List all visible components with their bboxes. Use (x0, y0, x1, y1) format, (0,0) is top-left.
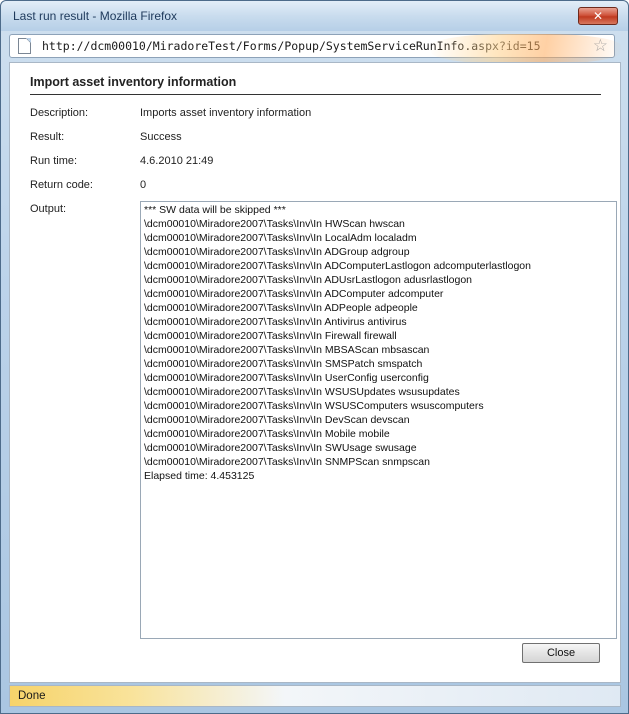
title-bar: Last run result - Mozilla Firefox ✕ (1, 1, 628, 31)
star-icon[interactable]: ☆ (593, 36, 608, 56)
page-content: Import asset inventory information Descr… (9, 62, 621, 683)
output-line: \dcm00010\Miradore2007\Tasks\Inv\In Mobi… (144, 428, 390, 440)
output-line: \dcm00010\Miradore2007\Tasks\Inv\In SMSP… (144, 358, 423, 370)
output-line: \dcm00010\Miradore2007\Tasks\Inv\In ADGr… (144, 246, 410, 258)
output-line: \dcm00010\Miradore2007\Tasks\Inv\In SNMP… (144, 456, 430, 468)
description-label: Description: (30, 107, 89, 119)
output-line: \dcm00010\Miradore2007\Tasks\Inv\In DevS… (144, 414, 410, 426)
run-time-label: Run time: (30, 155, 78, 167)
output-line: *** SW data will be skipped *** (144, 204, 286, 216)
output-line: \dcm00010\Miradore2007\Tasks\Inv\In HWSc… (144, 218, 405, 230)
status-text: Done (18, 690, 46, 702)
window-close-button[interactable]: ✕ (578, 7, 618, 25)
output-line: \dcm00010\Miradore2007\Tasks\Inv\In MBSA… (144, 344, 430, 356)
output-line: \dcm00010\Miradore2007\Tasks\Inv\In WSUS… (144, 386, 460, 398)
close-icon: ✕ (592, 9, 604, 23)
output-label: Output: (30, 203, 67, 215)
result-value: Success (140, 131, 182, 143)
page-title: Import asset inventory information (30, 75, 237, 89)
window-title: Last run result - Mozilla Firefox (13, 9, 178, 23)
output-line: Elapsed time: 4.453125 (144, 470, 255, 482)
description-value: Imports asset inventory information (140, 107, 312, 119)
output-line: \dcm00010\Miradore2007\Tasks\Inv\In SWUs… (144, 442, 417, 454)
output-lines: *** SW data will be skipped *** \dcm00010… (141, 202, 616, 483)
output-line: \dcm00010\Miradore2007\Tasks\Inv\In ADUs… (144, 274, 473, 286)
page-icon (18, 38, 31, 54)
output-line: \dcm00010\Miradore2007\Tasks\Inv\In Fire… (144, 330, 397, 342)
output-line: \dcm00010\Miradore2007\Tasks\Inv\In Anti… (144, 316, 407, 328)
output-line: \dcm00010\Miradore2007\Tasks\Inv\In ADCo… (144, 260, 531, 272)
close-button[interactable]: Close (522, 643, 600, 663)
output-textarea[interactable]: *** SW data will be skipped *** \dcm00010… (140, 201, 617, 639)
url-field[interactable]: http://dcm00010/MiradoreTest/Forms/Popup… (42, 39, 541, 53)
return-code-value: 0 (140, 179, 147, 191)
output-line: \dcm00010\Miradore2007\Tasks\Inv\In Loca… (144, 232, 417, 244)
output-line: \dcm00010\Miradore2007\Tasks\Inv\In User… (144, 372, 429, 384)
heading-divider (30, 94, 601, 95)
output-line: \dcm00010\Miradore2007\Tasks\Inv\In WSUS… (144, 400, 484, 412)
output-line: \dcm00010\Miradore2007\Tasks\Inv\In ADPe… (144, 302, 418, 314)
browser-window: Last run result - Mozilla Firefox ✕ http… (0, 0, 629, 714)
status-bar: Done (9, 685, 621, 707)
address-bar[interactable]: http://dcm00010/MiradoreTest/Forms/Popup… (9, 34, 615, 58)
run-time-value: 4.6.2010 21:49 (140, 155, 214, 167)
output-line: \dcm00010\Miradore2007\Tasks\Inv\In ADCo… (144, 288, 444, 300)
return-code-label: Return code: (30, 179, 93, 191)
result-label: Result: (30, 131, 65, 143)
